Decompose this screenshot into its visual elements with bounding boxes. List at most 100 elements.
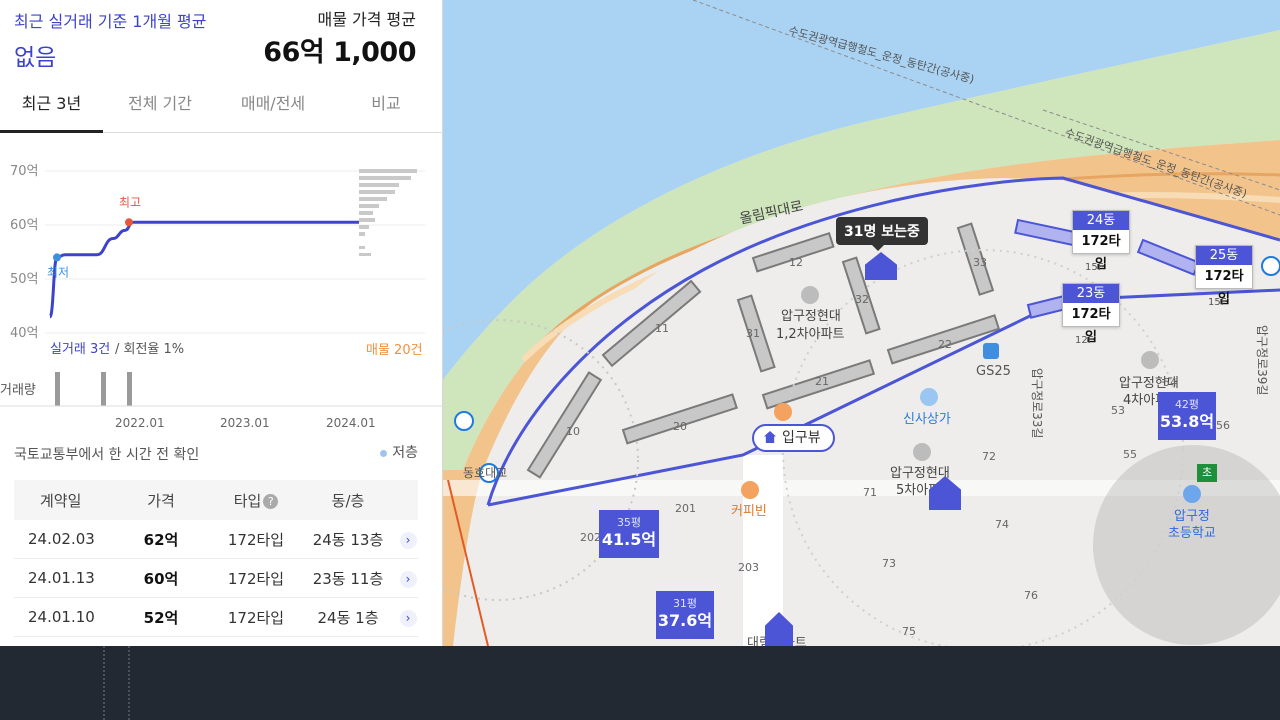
complex-name[interactable]: 압구정현대 xyxy=(781,305,841,324)
building-number: 11 xyxy=(655,322,669,335)
floor-legend-label: 저층 xyxy=(392,445,418,461)
store-label[interactable]: 신사상가 xyxy=(903,408,951,427)
chevron-right-icon[interactable]: › xyxy=(399,609,417,627)
deal-dong: 23동 11층 xyxy=(312,569,384,588)
x-tick-label: 2023.01 xyxy=(220,416,270,430)
price-panel: 최근 실거래 기준 1개월 평균 없음 매물 가격 평균 66억 1,000 최… xyxy=(0,0,443,646)
floor-legend: 저층 xyxy=(380,442,418,462)
divider xyxy=(128,646,130,720)
school-label[interactable]: 초등학교 xyxy=(1168,522,1216,541)
volume-bar xyxy=(55,372,60,406)
dong-tag[interactable]: 23동 172타입 12F xyxy=(1062,283,1120,346)
dong-tag[interactable]: 25동 172타입 15F xyxy=(1195,245,1253,308)
help-icon[interactable]: ? xyxy=(263,493,279,509)
y-tick-label: 60억 xyxy=(10,218,39,233)
header-type-label: 타입 xyxy=(233,491,262,510)
building-number: 76 xyxy=(1024,589,1038,602)
dong-type: 172타입 xyxy=(1204,269,1244,307)
price-value: 41.5억 xyxy=(601,530,657,549)
convenience-store-icon xyxy=(983,343,999,359)
price-marker[interactable]: 42평 53.8억 xyxy=(1158,392,1216,440)
table-row[interactable]: 24.01.10 52억 172타입 24동 1층 › xyxy=(14,598,418,637)
tab-compare[interactable]: 비교 xyxy=(340,78,432,133)
listing-distribution xyxy=(359,169,417,256)
bottom-bar xyxy=(0,646,1280,720)
header-dong: 동/층 xyxy=(331,491,365,510)
place-pill[interactable]: 입구뷰 xyxy=(752,424,835,452)
station-label: 동호대교 xyxy=(463,466,508,480)
building-number: 72 xyxy=(982,450,996,463)
turnover-rate: / 회전율 1% xyxy=(115,342,184,357)
building-number: 201 xyxy=(675,502,696,515)
house-icon xyxy=(764,431,776,443)
table-row[interactable]: 24.02.03 62억 172타입 24동 13층 › xyxy=(14,520,418,559)
price-value: 37.6억 xyxy=(657,611,713,630)
store-label[interactable]: GS25 xyxy=(976,364,1011,379)
building-number: 21 xyxy=(815,375,829,388)
school-flag-icon: 초 xyxy=(1197,464,1217,482)
recent-average-value: 없음 xyxy=(14,45,57,71)
building-number: 20 xyxy=(673,420,687,433)
x-tick-label: 2024.01 xyxy=(326,416,376,430)
price-pyeong: 31평 xyxy=(672,597,698,610)
high-label: 최고 xyxy=(119,195,141,209)
apartment-icon xyxy=(1141,351,1159,369)
deal-type: 172타입 xyxy=(227,530,285,549)
building-number: 202 xyxy=(580,531,601,544)
trades-count: 실거래 3건 xyxy=(50,342,110,357)
y-tick-label: 50억 xyxy=(10,272,39,287)
header-price: 가격 xyxy=(147,491,175,510)
dong-name: 23동 xyxy=(1063,284,1119,303)
price-marker[interactable]: 31평 37.6억 xyxy=(656,591,714,639)
deal-price: 60억 xyxy=(143,569,179,588)
chevron-right-icon[interactable]: › xyxy=(399,570,417,588)
dong-type: 172타입 xyxy=(1071,307,1111,345)
deal-date: 24.01.13 xyxy=(28,569,95,587)
deal-price: 52억 xyxy=(143,608,179,627)
low-point[interactable] xyxy=(53,253,61,262)
building-number: 33 xyxy=(973,256,987,269)
y-tick-label: 40억 xyxy=(10,326,39,341)
building-number: 54 xyxy=(1163,376,1177,389)
building-number: 12 xyxy=(789,256,803,269)
high-point[interactable] xyxy=(125,218,133,227)
cafe-icon xyxy=(741,481,759,499)
price-chart-svg: 70억 60억 50억 40억 최고 최저 실거래 3건 / 회전율 1% 매물… xyxy=(0,164,442,430)
complex-name[interactable]: 1,2차아파트 xyxy=(776,323,845,342)
road-label: 압구정로39길 xyxy=(1255,325,1269,396)
dong-type: 172타입 xyxy=(1081,234,1121,272)
dong-tag[interactable]: 24동 172타입 15F xyxy=(1072,210,1130,273)
dong-floor: 12F xyxy=(1075,335,1094,346)
tab-recent-3-years[interactable]: 최근 3년 xyxy=(0,78,103,133)
road-label: 압구정로33길 xyxy=(1030,368,1044,439)
building-number: 74 xyxy=(995,518,1009,531)
header-type: 타입? xyxy=(214,490,298,511)
building-number: 203 xyxy=(738,561,759,574)
price-marker[interactable]: 35평 41.5억 xyxy=(599,510,659,558)
listing-average-value: 66억 1,000 xyxy=(263,37,416,68)
deal-price: 62억 xyxy=(143,530,179,549)
map-view[interactable]: 수도권광역급행철도_운정_동탄간(공사중) 수도권광역급행철도_운정_동탄간(공… xyxy=(443,0,1280,646)
deal-date: 24.01.10 xyxy=(28,608,95,626)
building-number: 73 xyxy=(882,557,896,570)
tab-all-period[interactable]: 전체 기간 xyxy=(110,78,210,133)
building-number: 75 xyxy=(902,625,916,638)
recent-average-label: 최근 실거래 기준 1개월 평균 xyxy=(14,12,207,31)
apartment-icon xyxy=(801,286,819,304)
dong-floor: 15F xyxy=(1208,297,1227,308)
tab-sale-lease[interactable]: 매매/전세 xyxy=(220,78,326,133)
school-icon xyxy=(1183,485,1201,503)
price-chart: 70억 60억 50억 40억 최고 최저 실거래 3건 / 회전율 1% 매물… xyxy=(0,150,442,440)
map-base xyxy=(443,0,1280,646)
table-row[interactable]: 24.01.13 60억 172타입 23동 11층 › xyxy=(14,559,418,598)
cafe-label[interactable]: 커피빈 xyxy=(731,500,767,519)
listing-average-label: 매물 가격 평균 xyxy=(317,10,417,29)
price-pyeong: 35평 xyxy=(616,516,642,529)
deal-dong: 24동 13층 xyxy=(312,530,384,549)
place-pill-label: 입구뷰 xyxy=(782,430,821,446)
chevron-right-icon[interactable]: › xyxy=(399,531,417,549)
price-value: 53.8억 xyxy=(1159,412,1215,431)
shopping-icon xyxy=(920,388,938,406)
price-line xyxy=(48,220,359,319)
building-number: 32 xyxy=(855,293,869,306)
